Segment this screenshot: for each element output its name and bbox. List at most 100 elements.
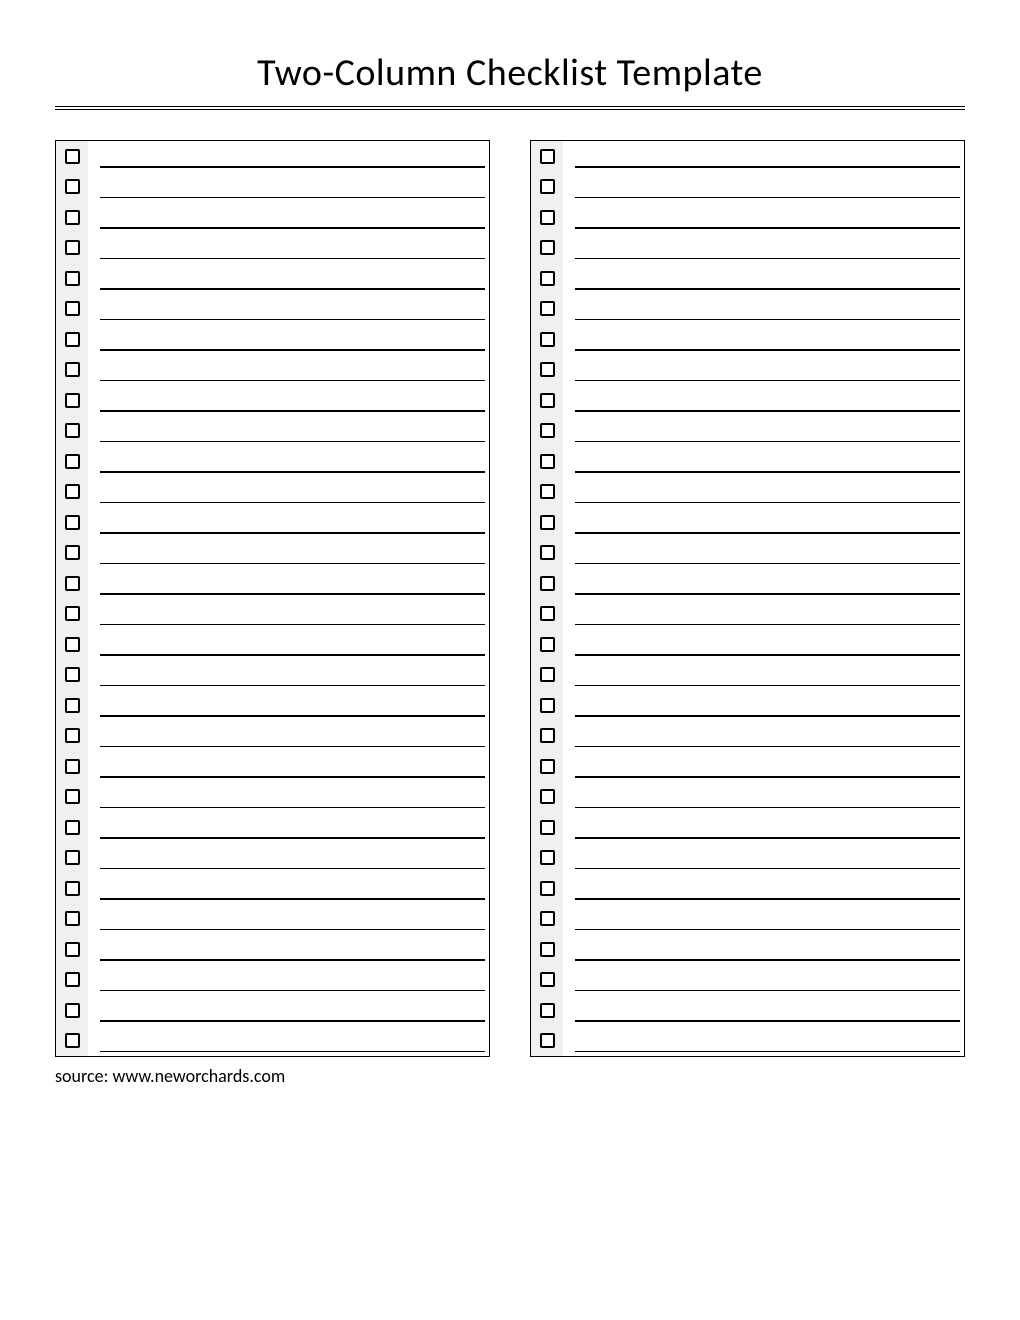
checklist-line[interactable] — [563, 599, 964, 630]
checklist-line[interactable] — [563, 263, 964, 294]
checkbox[interactable] — [65, 149, 80, 164]
checkbox[interactable] — [65, 698, 80, 713]
checkbox[interactable] — [65, 240, 80, 255]
checklist-line[interactable] — [88, 751, 489, 782]
checklist-line[interactable] — [88, 141, 489, 172]
checkbox[interactable] — [65, 576, 80, 591]
checklist-line[interactable] — [563, 233, 964, 264]
checklist-line[interactable] — [88, 446, 489, 477]
checklist-line[interactable] — [88, 538, 489, 569]
checkbox[interactable] — [540, 484, 555, 499]
checkbox[interactable] — [540, 667, 555, 682]
checkbox[interactable] — [540, 576, 555, 591]
checkbox[interactable] — [540, 332, 555, 347]
checkbox[interactable] — [540, 301, 555, 316]
checkbox[interactable] — [65, 637, 80, 652]
checklist-line[interactable] — [88, 873, 489, 904]
checklist-line[interactable] — [563, 568, 964, 599]
checkbox[interactable] — [65, 667, 80, 682]
checklist-line[interactable] — [88, 965, 489, 996]
checklist-line[interactable] — [563, 324, 964, 355]
checkbox[interactable] — [65, 210, 80, 225]
checklist-line[interactable] — [563, 416, 964, 447]
checklist-line[interactable] — [88, 995, 489, 1026]
checkbox[interactable] — [65, 759, 80, 774]
checklist-line[interactable] — [563, 507, 964, 538]
checkbox[interactable] — [65, 423, 80, 438]
checkbox[interactable] — [540, 210, 555, 225]
checkbox[interactable] — [65, 545, 80, 560]
checklist-line[interactable] — [88, 294, 489, 325]
checklist-line[interactable] — [88, 721, 489, 752]
checklist-line[interactable] — [88, 690, 489, 721]
checklist-line[interactable] — [88, 934, 489, 965]
checkbox[interactable] — [540, 972, 555, 987]
checklist-line[interactable] — [563, 660, 964, 691]
checkbox[interactable] — [540, 942, 555, 957]
checkbox[interactable] — [540, 789, 555, 804]
checkbox[interactable] — [65, 1033, 80, 1048]
checklist-line[interactable] — [88, 1026, 489, 1057]
checkbox[interactable] — [540, 179, 555, 194]
checklist-line[interactable] — [563, 843, 964, 874]
checklist-line[interactable] — [563, 873, 964, 904]
checklist-line[interactable] — [563, 934, 964, 965]
checkbox[interactable] — [540, 454, 555, 469]
checkbox[interactable] — [65, 515, 80, 530]
checkbox[interactable] — [540, 515, 555, 530]
checkbox[interactable] — [540, 423, 555, 438]
checkbox[interactable] — [540, 820, 555, 835]
checkbox[interactable] — [540, 271, 555, 286]
checkbox[interactable] — [65, 881, 80, 896]
checkbox[interactable] — [65, 820, 80, 835]
checklist-line[interactable] — [563, 812, 964, 843]
checklist-line[interactable] — [563, 385, 964, 416]
checkbox[interactable] — [540, 240, 555, 255]
checklist-line[interactable] — [563, 446, 964, 477]
checkbox[interactable] — [65, 332, 80, 347]
checklist-line[interactable] — [563, 690, 964, 721]
checkbox[interactable] — [65, 911, 80, 926]
checklist-line[interactable] — [563, 965, 964, 996]
checkbox[interactable] — [540, 545, 555, 560]
checkbox[interactable] — [540, 149, 555, 164]
checklist-line[interactable] — [88, 416, 489, 447]
checklist-line[interactable] — [563, 751, 964, 782]
checklist-line[interactable] — [88, 904, 489, 935]
checkbox[interactable] — [65, 454, 80, 469]
checkbox[interactable] — [65, 850, 80, 865]
checklist-line[interactable] — [88, 477, 489, 508]
checklist-line[interactable] — [88, 843, 489, 874]
checklist-line[interactable] — [88, 629, 489, 660]
checkbox[interactable] — [540, 606, 555, 621]
checklist-line[interactable] — [563, 904, 964, 935]
checkbox[interactable] — [540, 1033, 555, 1048]
checklist-line[interactable] — [563, 355, 964, 386]
checkbox[interactable] — [65, 393, 80, 408]
checklist-line[interactable] — [88, 355, 489, 386]
checkbox[interactable] — [65, 942, 80, 957]
checklist-line[interactable] — [88, 812, 489, 843]
checklist-line[interactable] — [88, 782, 489, 813]
checklist-line[interactable] — [88, 324, 489, 355]
checkbox[interactable] — [540, 728, 555, 743]
checklist-line[interactable] — [88, 660, 489, 691]
checkbox[interactable] — [540, 637, 555, 652]
checklist-line[interactable] — [563, 294, 964, 325]
checklist-line[interactable] — [88, 172, 489, 203]
checkbox[interactable] — [65, 1003, 80, 1018]
checklist-line[interactable] — [563, 721, 964, 752]
checklist-line[interactable] — [88, 233, 489, 264]
checkbox[interactable] — [540, 698, 555, 713]
checkbox[interactable] — [540, 850, 555, 865]
checkbox[interactable] — [540, 1003, 555, 1018]
checklist-line[interactable] — [563, 1026, 964, 1057]
checklist-line[interactable] — [563, 141, 964, 172]
checklist-line[interactable] — [563, 538, 964, 569]
checkbox[interactable] — [540, 911, 555, 926]
checklist-line[interactable] — [88, 263, 489, 294]
checkbox[interactable] — [65, 789, 80, 804]
checkbox[interactable] — [65, 972, 80, 987]
checklist-line[interactable] — [88, 385, 489, 416]
checkbox[interactable] — [65, 362, 80, 377]
